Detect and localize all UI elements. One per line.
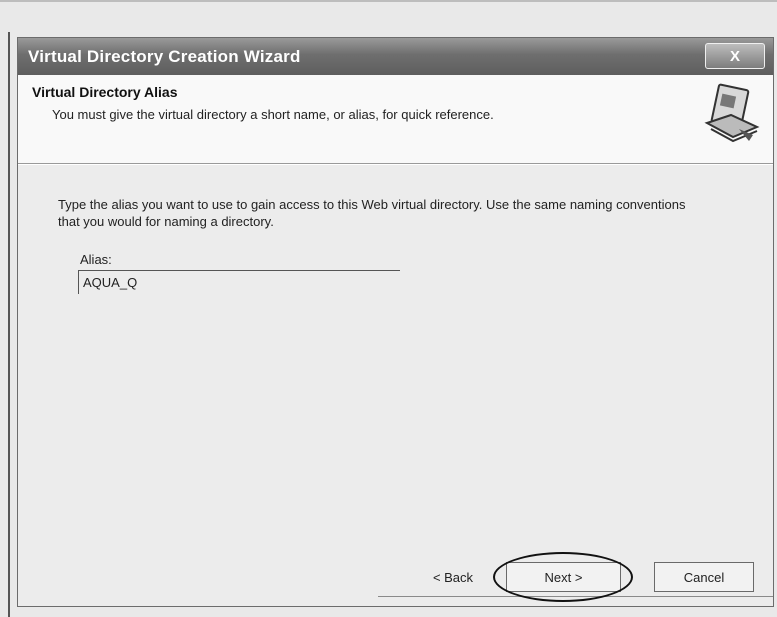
close-icon: X bbox=[729, 47, 740, 65]
wizard-window: Virtual Directory Creation Wizard X Virt… bbox=[17, 37, 774, 607]
cancel-button[interactable]: Cancel bbox=[654, 562, 754, 592]
page-top-border bbox=[0, 0, 777, 2]
close-button[interactable]: X bbox=[705, 43, 765, 69]
header-divider-highlight bbox=[18, 164, 773, 165]
back-button[interactable]: < Back bbox=[398, 562, 508, 592]
header-subtitle: You must give the virtual directory a sh… bbox=[52, 107, 494, 122]
window-title: Virtual Directory Creation Wizard bbox=[28, 47, 301, 66]
alias-input[interactable] bbox=[78, 270, 400, 294]
alias-label: Alias: bbox=[80, 252, 112, 267]
wizard-book-icon bbox=[704, 83, 760, 143]
wizard-header: Virtual Directory Alias You must give th… bbox=[18, 75, 773, 163]
header-title: Virtual Directory Alias bbox=[32, 84, 178, 100]
instructions-text: Type the alias you want to use to gain a… bbox=[58, 197, 686, 229]
title-bar[interactable]: Virtual Directory Creation Wizard X bbox=[18, 38, 773, 76]
page-left-border bbox=[8, 32, 10, 617]
footer-divider bbox=[378, 596, 773, 597]
next-button[interactable]: Next > bbox=[506, 562, 621, 592]
